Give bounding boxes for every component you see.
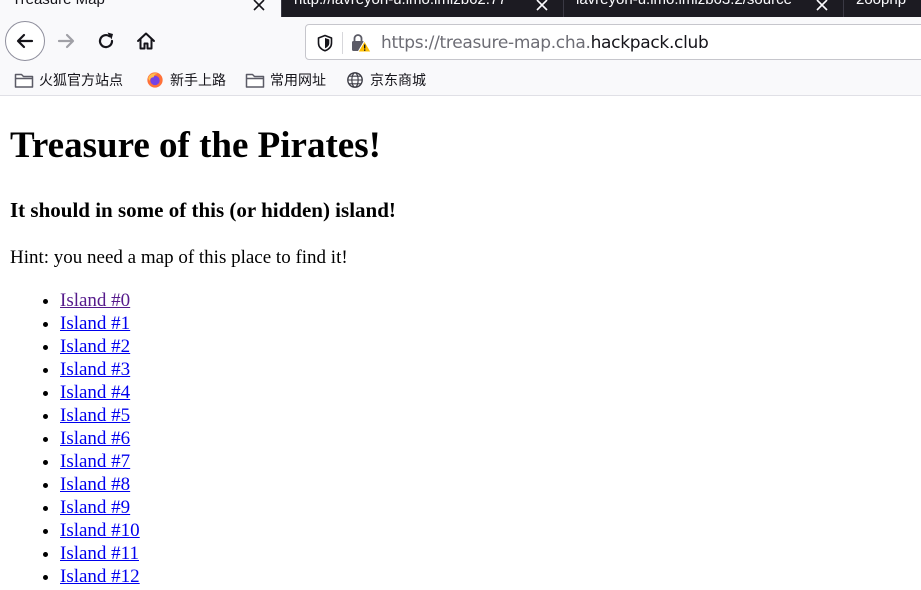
forward-button[interactable] [48,23,84,59]
bookmark-label: 京东商城 [370,73,426,89]
tab-second[interactable]: http://lavreyon-u.lmo.lmlzb62.77 [281,0,563,17]
list-item: Island #6 [60,427,140,450]
island-link-12[interactable]: Island #12 [60,566,140,587]
page-content: Treasure of the Pirates! It should in so… [0,96,921,590]
tab-third[interactable]: lavreyon-u.lmo.lmlzb63.2/source [563,0,843,17]
tab-title: Treasure Map [12,0,105,8]
list-item: Island #2 [60,335,140,358]
bookmark-label: 常用网址 [270,73,326,89]
bookmarks-toolbar: 火狐官方站点 新手上路 常用网址 京东商城 [0,65,921,96]
close-icon[interactable] [251,0,267,13]
list-item: Island #8 [60,473,140,496]
island-link-10[interactable]: Island #10 [60,520,140,541]
island-link-3[interactable]: Island #3 [60,359,130,380]
insecure-lock-warning-icon[interactable] [350,33,372,53]
page-subtitle: It should in some of this (or hidden) is… [10,198,396,222]
island-link-11[interactable]: Island #11 [60,543,139,564]
page-title: Treasure of the Pirates! [10,125,381,166]
island-list: Island #0 Island #1 Island #2 Island #3 … [0,289,140,588]
list-item: Island #11 [60,542,140,565]
close-icon[interactable] [814,0,830,13]
island-link-9[interactable]: Island #9 [60,497,130,518]
bookmark-firefox-official[interactable]: 火狐官方站点 [14,69,123,91]
back-button[interactable] [5,21,45,61]
list-item: Island #7 [60,450,140,473]
tab-title: 2oophp [856,0,906,8]
list-item: Island #4 [60,381,140,404]
globe-icon [347,72,363,88]
island-link-2[interactable]: Island #2 [60,336,130,357]
island-link-8[interactable]: Island #8 [60,474,130,495]
island-link-5[interactable]: Island #5 [60,405,130,426]
tab-fourth[interactable]: 2oophp [843,0,921,17]
bookmark-common-sites[interactable]: 常用网址 [245,69,326,91]
tab-treasure-map[interactable]: Treasure Map [0,0,281,17]
reload-icon [98,32,114,49]
url-text: https://treasure-map.cha.hackpack.club [381,33,709,53]
island-link-0[interactable]: Island #0 [60,290,130,311]
list-item: Island #9 [60,496,140,519]
forward-arrow-icon [57,33,75,49]
navigation-toolbar: https://treasure-map.cha.hackpack.club [0,17,921,65]
hint-text: Hint: you need a map of this place to fi… [10,247,348,268]
bookmark-jd-mall[interactable]: 京东商城 [345,69,426,91]
tab-title: lavreyon-u.lmo.lmlzb63.2/source [576,0,792,8]
bookmark-getting-started[interactable]: 新手上路 [145,69,226,91]
tab-strip: Treasure Map http://lavreyon-u.lmo.lmlzb… [0,0,921,17]
bookmark-label: 火狐官方站点 [39,73,123,89]
list-item: Island #12 [60,565,140,588]
island-link-1[interactable]: Island #1 [60,313,130,334]
island-link-4[interactable]: Island #4 [60,382,130,403]
reload-button[interactable] [88,23,124,59]
urlbar-separator [342,32,343,54]
back-arrow-icon [16,33,34,49]
list-item: Island #1 [60,312,140,335]
island-link-6[interactable]: Island #6 [60,428,130,449]
folder-icon [245,73,265,88]
tab-title: http://lavreyon-u.lmo.lmlzb62.77 [294,0,507,8]
list-item: Island #10 [60,519,140,542]
close-icon[interactable] [534,0,550,13]
list-item: Island #3 [60,358,140,381]
firefox-icon [147,72,163,88]
island-link-7[interactable]: Island #7 [60,451,130,472]
url-host: hackpack.club [590,33,709,53]
bookmark-label: 新手上路 [170,73,226,89]
url-prefix: https://treasure-map.cha. [381,33,591,53]
shield-icon[interactable] [316,34,334,52]
list-item: Island #0 [60,289,140,312]
list-item: Island #5 [60,404,140,427]
home-button[interactable] [128,23,164,59]
url-bar[interactable]: https://treasure-map.cha.hackpack.club [305,24,921,60]
home-icon [137,32,155,50]
folder-icon [14,73,34,88]
